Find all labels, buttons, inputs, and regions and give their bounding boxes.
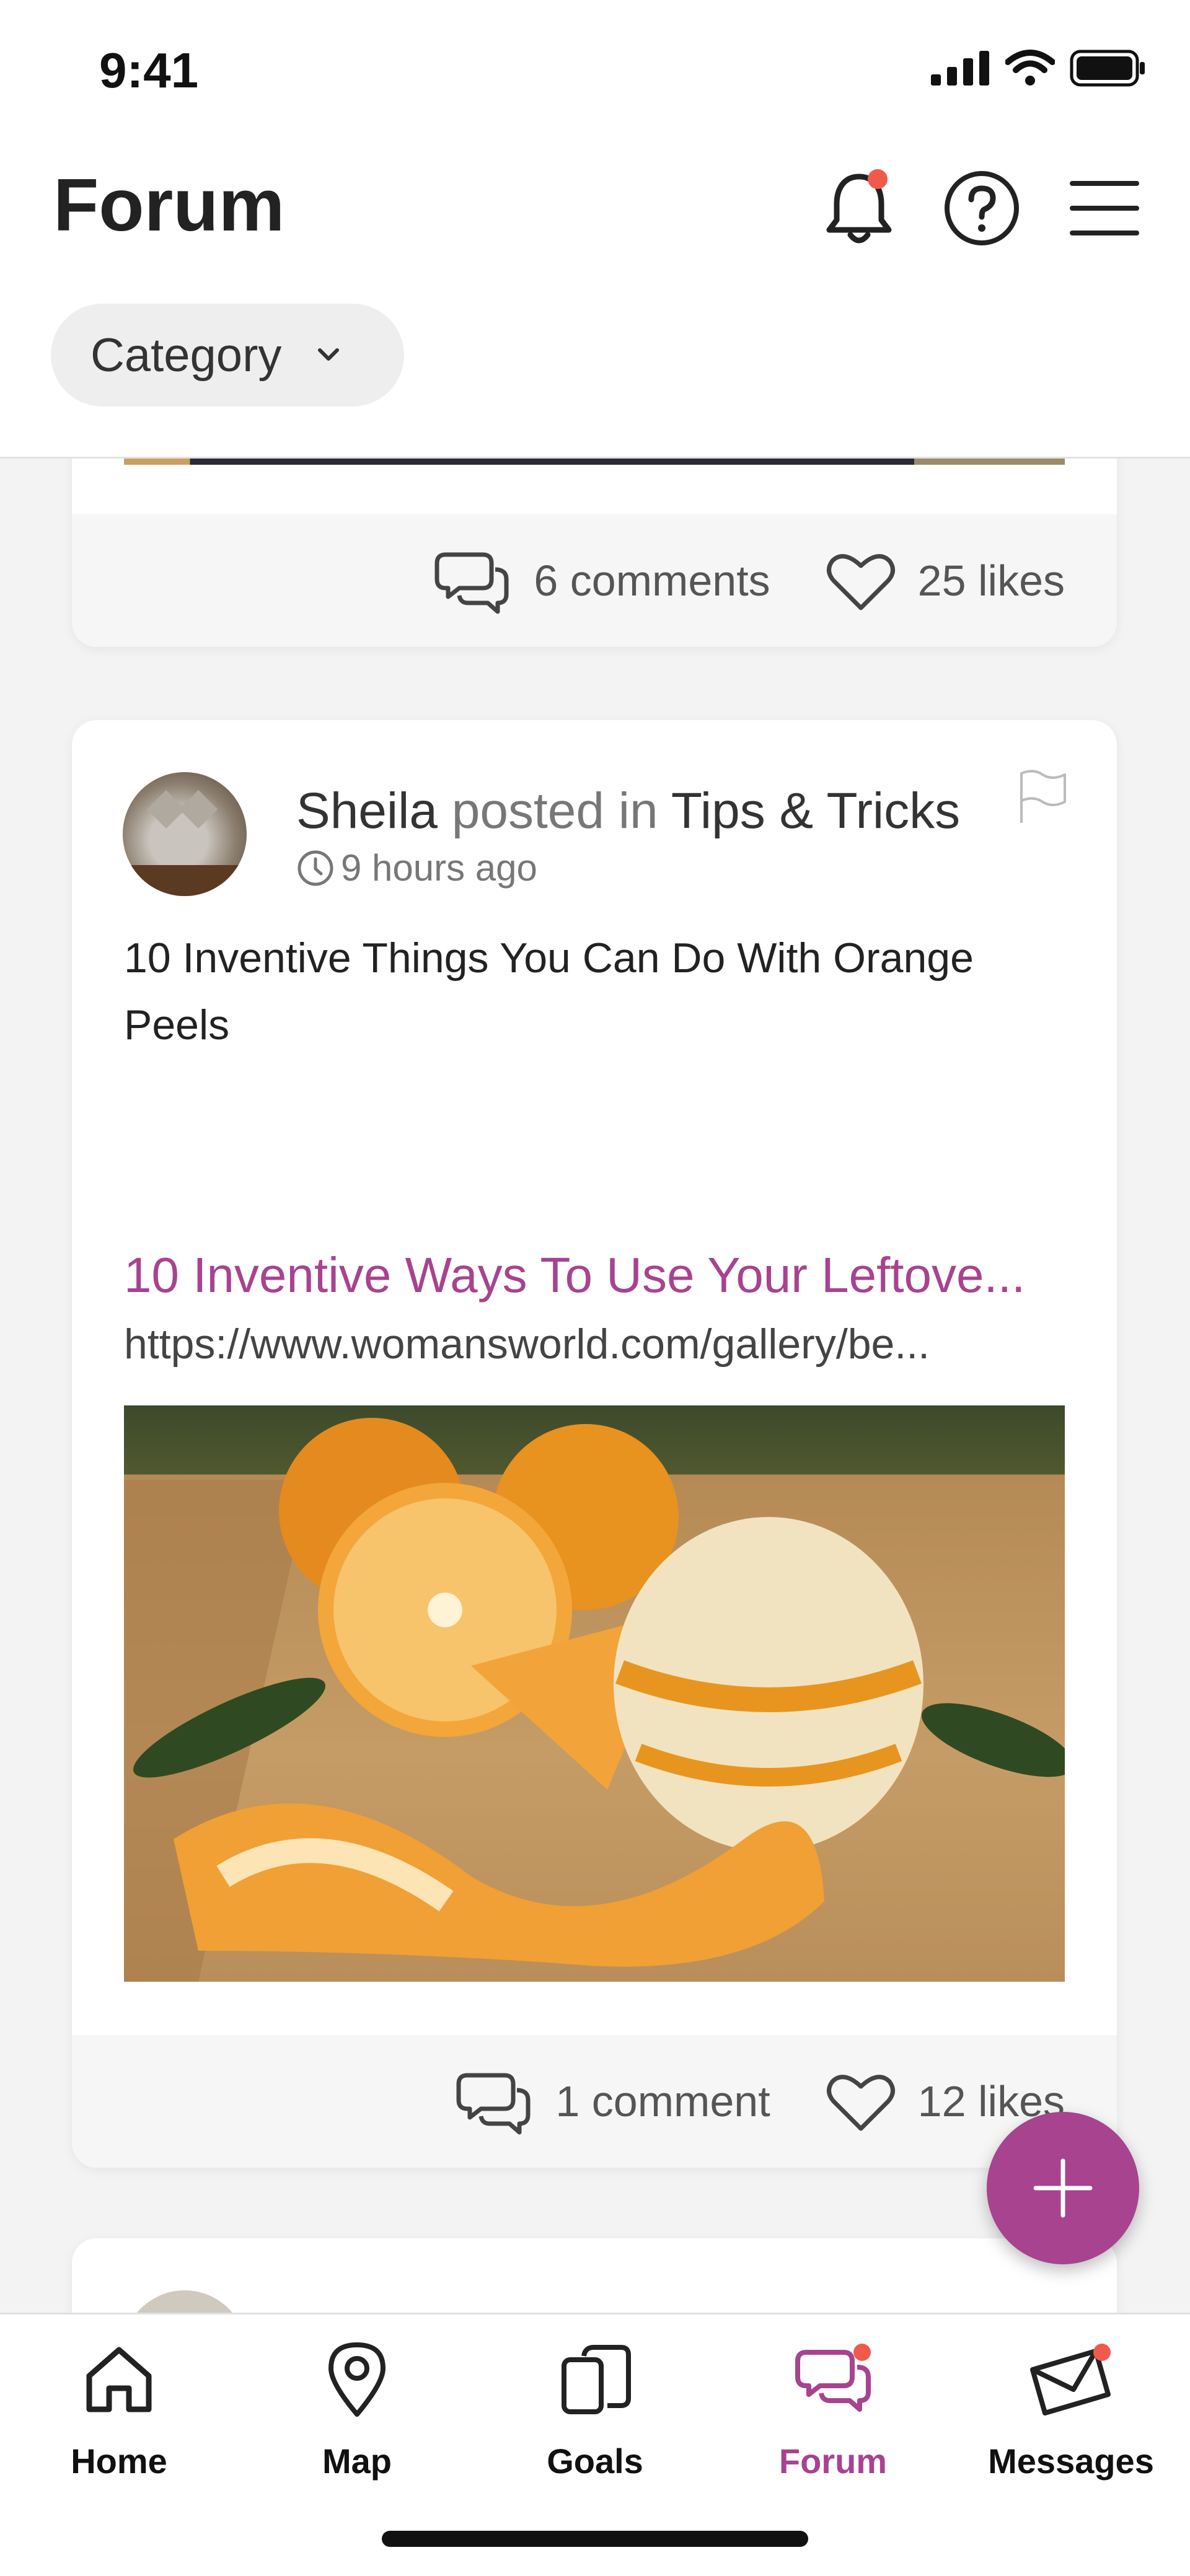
- tab-map-label: Map: [322, 2442, 392, 2481]
- post-card-footer: 6 comments 25 likes: [72, 514, 1117, 647]
- help-button[interactable]: [938, 165, 1025, 252]
- like-button[interactable]: 25 likes: [826, 550, 1065, 612]
- map-pin-icon: [328, 2342, 386, 2417]
- post-card[interactable]: Sheila posted in Tips & Tricks 9 hours a…: [72, 720, 1117, 2168]
- link-preview-url[interactable]: https://www.womansworld.com/gallery/be..…: [124, 1320, 1066, 1368]
- tab-goals-label: Goals: [547, 2442, 643, 2481]
- comment-bubbles-icon: [434, 552, 509, 614]
- link-preview-title[interactable]: 10 Inventive Ways To Use Your Leftove...: [124, 1247, 1066, 1304]
- tab-goals[interactable]: Goals: [476, 2333, 714, 2500]
- tab-forum-label: Forum: [778, 2442, 888, 2481]
- envelope-icon: [1030, 2344, 1111, 2416]
- report-button[interactable]: [1018, 770, 1067, 829]
- clock-icon: [298, 850, 333, 886]
- tab-home-label: Home: [71, 2442, 167, 2481]
- category-label: Category: [90, 328, 282, 382]
- chevron-down-icon: [318, 348, 340, 361]
- oranges-image: [124, 1418, 1065, 1982]
- status-time: 9:41: [99, 43, 199, 98]
- battery-icon: [1070, 50, 1145, 87]
- home-icon: [86, 2347, 152, 2412]
- post-text: 10 Inventive Things You Can Do With Oran…: [124, 934, 974, 1048]
- tab-home[interactable]: Home: [0, 2333, 238, 2500]
- flag-icon: [1020, 770, 1066, 823]
- posted-in-text: posted in: [451, 783, 658, 839]
- menu-button[interactable]: [1061, 165, 1148, 252]
- post-timestamp: 9 hours ago: [296, 846, 537, 889]
- likes-count: 25 likes: [917, 556, 1065, 605]
- tab-messages[interactable]: Messages: [952, 2333, 1190, 2500]
- hamburger-menu-icon: [1070, 181, 1139, 235]
- home-indicator: [382, 2531, 808, 2547]
- wifi-icon: [1005, 50, 1055, 86]
- heart-icon: [826, 2075, 895, 2131]
- heart-icon: [826, 554, 895, 610]
- plus-icon: [1033, 2158, 1093, 2218]
- signal-icon: [931, 51, 989, 86]
- notifications-button[interactable]: [816, 165, 902, 252]
- status-icons: [931, 50, 1147, 87]
- page-title: Forum: [53, 164, 285, 247]
- post-image-edge: [124, 459, 1065, 465]
- cards-icon: [562, 2345, 631, 2414]
- link-preview-image[interactable]: [124, 1405, 1065, 1982]
- comments-button[interactable]: 6 comments: [433, 545, 770, 617]
- post-category[interactable]: Tips & Tricks: [671, 783, 960, 839]
- comments-count: 1 comment: [555, 2077, 770, 2125]
- avatar[interactable]: [123, 772, 247, 896]
- chat-bubbles-icon: [795, 2344, 871, 2412]
- tab-map[interactable]: Map: [238, 2333, 476, 2500]
- category-filter-button[interactable]: Category: [51, 304, 404, 407]
- tab-forum[interactable]: Forum: [714, 2333, 952, 2500]
- new-post-button[interactable]: [987, 2112, 1139, 2264]
- comment-bubbles-icon: [456, 2073, 531, 2135]
- post-author-line: Sheila posted in Tips & Tricks: [296, 782, 960, 840]
- bell-icon: [826, 169, 892, 244]
- comments-button[interactable]: 1 comment: [455, 2065, 770, 2137]
- help-icon: [945, 171, 1019, 245]
- app-header: 9:41 Forum Category: [0, 0, 1190, 459]
- post-author[interactable]: Sheila: [296, 783, 438, 839]
- comments-count: 6 comments: [534, 556, 770, 605]
- post-time-text: 9 hours ago: [341, 847, 537, 889]
- tab-messages-label: Messages: [988, 2442, 1154, 2481]
- post-card-footer: 1 comment 12 likes: [72, 2035, 1117, 2168]
